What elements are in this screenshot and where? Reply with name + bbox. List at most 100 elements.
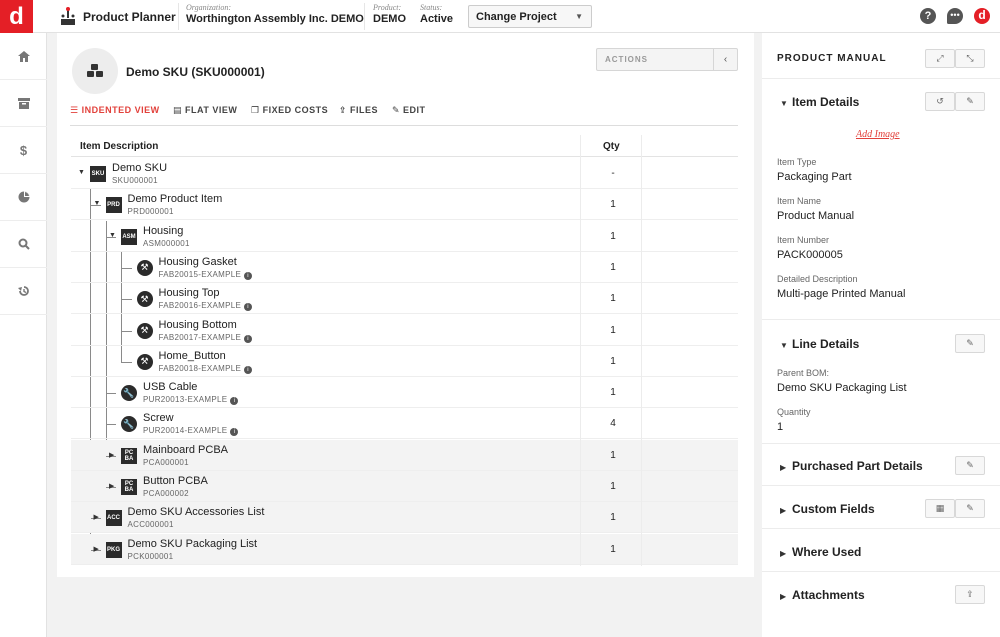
item-qty: - xyxy=(611,168,615,179)
item-name[interactable]: Housing Gasket xyxy=(159,256,237,268)
item-name[interactable]: Housing Bottom xyxy=(159,319,237,331)
item-name[interactable]: Demo SKU Packaging List xyxy=(128,538,258,550)
info-icon[interactable]: i xyxy=(244,365,253,374)
item-name[interactable]: Housing xyxy=(143,225,183,237)
item-name[interactable]: Demo SKU xyxy=(112,162,167,174)
view-tabs: ☰ INDENTED VIEW ▤ FLAT VIEW ❐ FIXED COSTS ⇪… xyxy=(70,105,738,126)
section-item-details[interactable]: ▼ Item Details xyxy=(780,95,859,109)
table-row[interactable]: ⚒ Housing Bottom FAB20017-EXAMPLE i 1 xyxy=(71,315,738,346)
caret-down-icon[interactable]: ▼ xyxy=(78,169,85,176)
caret-right-icon: ▶ xyxy=(780,592,787,601)
table-row[interactable]: 🔧 Screw PUR20014-EXAMPLE i 4 xyxy=(71,408,738,440)
field-value: Multi-page Printed Manual xyxy=(777,288,906,300)
item-name[interactable]: Mainboard PCBA xyxy=(143,444,228,456)
section-attachments[interactable]: ▶ Attachments xyxy=(780,588,865,602)
table-row[interactable]: ▶ PKG Demo SKU Packaging List PCK000001 1 xyxy=(71,533,738,565)
table-row[interactable]: ⚒ Housing Top FAB20016-EXAMPLE i 1 xyxy=(71,283,738,315)
item-type-badge: ASM xyxy=(121,228,137,245)
tree-line xyxy=(121,361,132,363)
table-row[interactable]: ▼ SKU Demo SKU SKU000001 - xyxy=(71,158,738,189)
tab-files[interactable]: ⇪ FILES xyxy=(339,105,378,116)
tree-line xyxy=(106,393,116,395)
item-name[interactable]: Demo SKU Accessories List xyxy=(128,506,265,518)
info-icon[interactable]: i xyxy=(230,397,239,406)
tab-fixed-costs[interactable]: ❐ FIXED COSTS xyxy=(251,105,328,116)
item-qty: 1 xyxy=(610,230,616,242)
section-purchased-part-details[interactable]: ▶ Purchased Part Details xyxy=(780,459,923,473)
info-icon[interactable]: i xyxy=(230,428,239,437)
caret-right-icon[interactable]: ▶ xyxy=(94,513,99,521)
item-name[interactable]: USB Cable xyxy=(143,381,197,393)
edit-icon[interactable]: ✎ xyxy=(955,456,985,475)
collapse-icon[interactable]: ⤡ xyxy=(955,49,985,68)
section-line-details[interactable]: ▼ Line Details xyxy=(780,337,859,351)
grid-icon[interactable]: ▦ xyxy=(925,499,955,518)
item-code: ACC000001 xyxy=(128,520,174,529)
dollar-icon[interactable]: $ xyxy=(0,127,47,174)
home-icon[interactable] xyxy=(0,33,47,80)
hammer-icon: ⚒ xyxy=(136,259,153,276)
search-icon[interactable] xyxy=(0,221,47,268)
edit-icon[interactable]: ✎ xyxy=(955,92,985,111)
tab-indented-view[interactable]: ☰ INDENTED VIEW xyxy=(70,105,160,116)
item-type-badge: PC BA xyxy=(121,447,137,464)
section-title: Attachments xyxy=(792,588,865,602)
item-name[interactable]: Demo Product Item xyxy=(128,193,223,205)
change-project-select[interactable]: Change Project ▼ xyxy=(468,5,592,28)
edit-icon[interactable]: ✎ xyxy=(955,499,985,518)
actions-button[interactable]: ACTIONS ‹ xyxy=(596,48,738,71)
caret-right-icon[interactable]: ▶ xyxy=(94,545,99,553)
table-row[interactable]: ▶ PC BA Button PCBA PCA000002 1 xyxy=(71,471,738,502)
table-row[interactable]: ▶ PC BA Mainboard PCBA PCA000001 1 xyxy=(71,439,738,471)
info-icon[interactable]: i xyxy=(244,303,253,312)
actions-label: ACTIONS xyxy=(605,55,648,64)
archive-icon[interactable] xyxy=(0,80,47,127)
item-name[interactable]: Screw xyxy=(143,412,174,424)
section-title: Purchased Part Details xyxy=(792,459,923,473)
caret-down-icon[interactable]: ▼ xyxy=(109,232,116,239)
item-name[interactable]: Home_Button xyxy=(159,350,226,362)
caret-right-icon[interactable]: ▶ xyxy=(109,451,114,459)
table-row[interactable]: ▼ PRD Demo Product Item PRD000001 1 xyxy=(71,189,738,221)
caret-down-icon[interactable]: ▼ xyxy=(94,200,101,207)
change-project-label: Change Project xyxy=(476,11,557,23)
table-row[interactable]: ⚒ Housing Gasket FAB20015-EXAMPLE i 1 xyxy=(71,252,738,283)
table-row[interactable]: ⚒ Home_Button FAB20018-EXAMPLE i 1 xyxy=(71,346,738,377)
upload-icon: ⇪ xyxy=(339,105,348,115)
tab-edit[interactable]: ✎ EDIT xyxy=(392,105,426,116)
tab-flat-view[interactable]: ▤ FLAT VIEW xyxy=(173,105,237,116)
wrench-icon: 🔧 xyxy=(121,416,137,433)
info-icon[interactable]: i xyxy=(244,334,253,343)
table-row[interactable]: ▶ ACC Demo SKU Accessories List ACC000001 1 xyxy=(71,502,738,534)
help-icon[interactable]: ? xyxy=(920,8,936,24)
item-code-text: ASM000001 xyxy=(143,238,190,248)
page-title: Demo SKU (SKU000001) xyxy=(126,65,265,79)
copy-icon: ❐ xyxy=(251,105,260,115)
expand-icon[interactable]: ⤢ xyxy=(925,49,955,68)
edit-icon[interactable]: ✎ xyxy=(955,334,985,353)
section-custom-fields[interactable]: ▶ Custom Fields xyxy=(780,502,875,516)
pie-chart-icon[interactable] xyxy=(0,174,47,221)
item-name[interactable]: Housing Top xyxy=(159,287,220,299)
logo[interactable]: d xyxy=(0,0,33,33)
section-where-used[interactable]: ▶ Where Used xyxy=(780,545,861,559)
item-code-text: FAB20018-EXAMPLE xyxy=(158,363,242,373)
caret-right-icon: ▶ xyxy=(780,506,787,515)
table-row[interactable]: 🔧 USB Cable PUR20013-EXAMPLE i 1 xyxy=(71,377,738,409)
field-value: Product Manual xyxy=(777,210,855,222)
section-title: Custom Fields xyxy=(792,502,875,516)
history-icon[interactable]: ↺ xyxy=(925,92,955,111)
table-header: Item Description Qty xyxy=(71,135,738,157)
caret-right-icon[interactable]: ▶ xyxy=(109,482,114,490)
field-label: Parent BOM: xyxy=(777,368,830,378)
wrench-icon: 🔧 xyxy=(121,385,137,402)
upload-icon[interactable]: ⇪ xyxy=(955,585,985,604)
chat-icon[interactable]: ••• xyxy=(947,8,963,24)
table-row[interactable]: ▼ ASM Housing ASM000001 1 xyxy=(71,221,738,252)
info-icon[interactable]: i xyxy=(244,271,253,280)
item-type-badge: PKG xyxy=(105,541,122,558)
item-name[interactable]: Button PCBA xyxy=(143,475,208,487)
history-icon[interactable] xyxy=(0,268,47,315)
user-avatar[interactable]: d xyxy=(974,8,990,24)
add-image-link[interactable]: Add Image xyxy=(856,129,900,140)
